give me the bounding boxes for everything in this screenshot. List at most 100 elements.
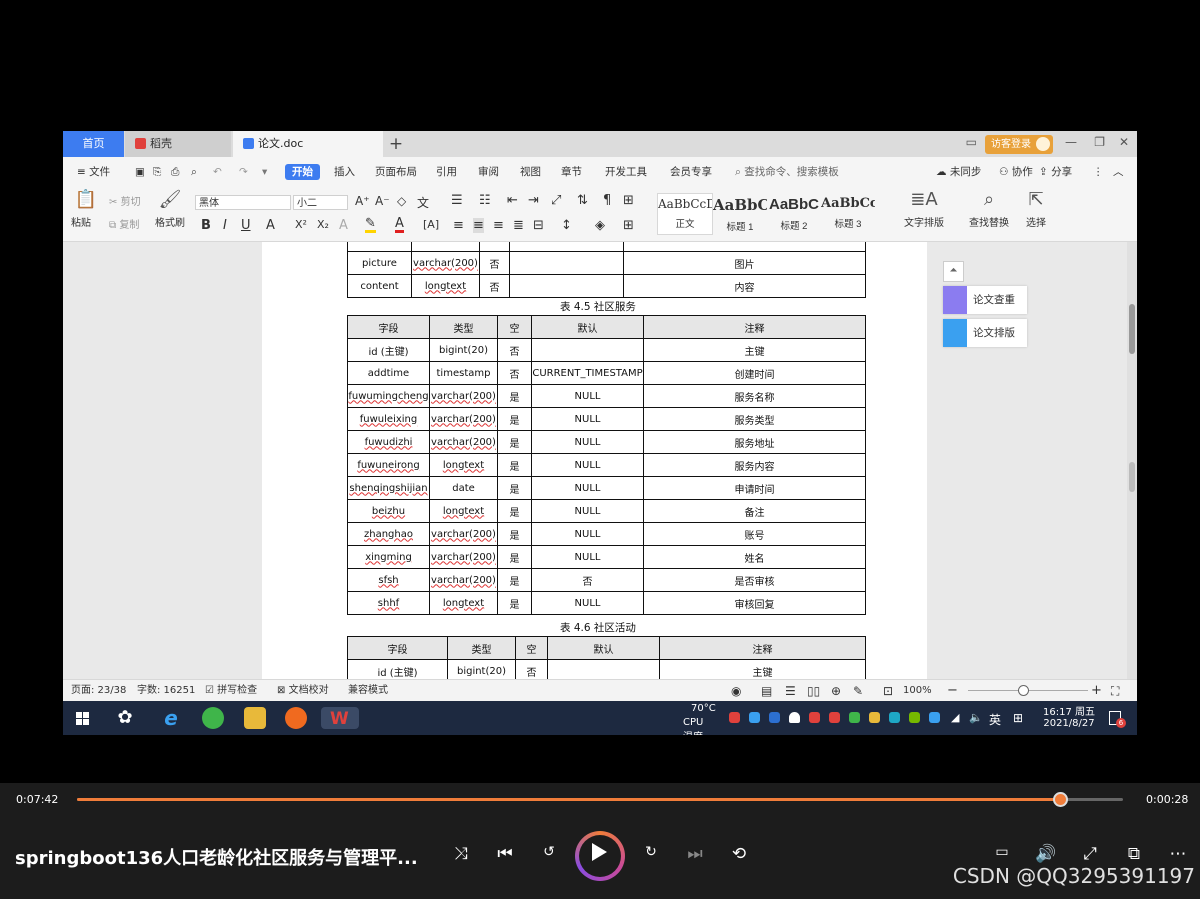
file-explorer-icon[interactable] (244, 707, 266, 729)
font-size-select[interactable]: 小二 (293, 195, 348, 210)
rewind-10-icon[interactable]: ↺ (535, 844, 563, 860)
menu-file[interactable]: ≡ 文件 (77, 164, 110, 180)
page-view-icon[interactable]: ▤ (761, 680, 772, 702)
minimize-icon[interactable]: — (1065, 135, 1077, 149)
browser-360-icon[interactable] (202, 707, 224, 729)
align-center-icon[interactable]: ≡ (473, 218, 484, 233)
network-icon[interactable]: ◢ (951, 711, 959, 735)
zoom-slider-knob[interactable] (1018, 685, 1029, 696)
tray-app-icon[interactable] (889, 712, 900, 723)
restore-icon[interactable]: ❐ (1094, 135, 1105, 149)
format-painter-button[interactable]: 🖌 格式刷 (153, 189, 187, 229)
forward-30-icon[interactable]: ↻ (637, 844, 665, 860)
layout-icon[interactable]: ▭ (966, 135, 977, 149)
font-color-icon[interactable]: A (395, 217, 404, 233)
outline-text-icon[interactable]: A (339, 218, 348, 233)
tab-home[interactable]: 首页 (63, 131, 124, 157)
menu-references[interactable]: 引用 (436, 164, 457, 180)
copy-button[interactable]: ⧉ 复制 (109, 216, 139, 231)
tray-app-icon[interactable] (929, 712, 940, 723)
play-button[interactable] (575, 831, 625, 881)
scroll-thumb-secondary[interactable] (1129, 462, 1135, 492)
menu-developer[interactable]: 开发工具 (605, 164, 647, 180)
progress-knob[interactable] (1053, 792, 1069, 807)
fit-icon[interactable]: ⊡ (883, 680, 893, 702)
underline-icon[interactable]: U (241, 218, 251, 233)
tab-daoke[interactable]: 稻壳 (125, 131, 231, 157)
tray-app-icon[interactable] (729, 712, 740, 723)
nvidia-icon[interactable] (909, 712, 920, 723)
close-icon[interactable]: ✕ (1119, 135, 1129, 149)
vertical-scrollbar[interactable] (1127, 242, 1137, 679)
menu-member[interactable]: 会员专享 (670, 164, 712, 180)
text-effect-icon[interactable]: A (266, 218, 275, 233)
command-search[interactable]: ⌕ 查找命令、搜索模板 (735, 164, 839, 180)
text-layout-button[interactable]: ≣A 文字排版 (896, 189, 952, 229)
fullscreen-icon[interactable]: ⤢ (1076, 844, 1104, 864)
style-heading-3[interactable]: AaBbCcI 标题 3 (821, 193, 875, 233)
decrease-indent-icon[interactable]: ⇤ (507, 193, 518, 208)
chinese-layout-icon[interactable]: ⤢ (551, 193, 561, 208)
more-icon[interactable]: ⋮ (1093, 164, 1104, 180)
show-marks-icon[interactable]: ¶ (603, 193, 611, 208)
bullet-list-icon[interactable]: ☰ (451, 193, 463, 208)
zoom-out-icon[interactable]: − (947, 680, 958, 702)
outline-view-icon[interactable]: ☰ (785, 680, 796, 702)
paper-layout-button[interactable]: 论文排版 (943, 319, 1027, 347)
tray-app-icon[interactable] (829, 712, 840, 723)
align-left-icon[interactable]: ≡ (453, 218, 464, 233)
shading-icon[interactable]: ◈ (595, 218, 605, 233)
scroll-thumb[interactable] (1129, 304, 1135, 354)
preview-icon[interactable]: ⌕ (191, 164, 197, 180)
guest-login-button[interactable]: 访客登录 (985, 135, 1053, 154)
bold-icon[interactable]: B (201, 218, 211, 233)
redo-icon[interactable]: ↷ (239, 164, 248, 180)
pen-icon[interactable]: ✎ (853, 680, 863, 702)
style-normal[interactable]: AaBbCcDd 正文 (657, 193, 713, 235)
justify-icon[interactable]: ≣ (513, 218, 524, 233)
shield-icon[interactable] (769, 712, 780, 723)
select-button[interactable]: ⇱ 选择 (1021, 189, 1051, 229)
cut-button[interactable]: ✂ 剪切 (109, 193, 141, 208)
italic-icon[interactable]: I (223, 218, 227, 233)
menu-review[interactable]: 审阅 (478, 164, 499, 180)
page-count[interactable]: 页面: 23/38 (71, 680, 126, 702)
font-family-select[interactable]: 黑体 (195, 195, 291, 210)
repeat-off-icon[interactable]: ⟲ (725, 844, 753, 864)
distribute-icon[interactable]: ⊟ (533, 218, 544, 233)
tray-app-icon[interactable] (749, 712, 760, 723)
collapse-ribbon-icon[interactable]: ︿ (1113, 164, 1124, 180)
borders-icon[interactable]: ⊞ (623, 218, 634, 233)
new-tab-button[interactable]: + (383, 131, 409, 157)
line-spacing-icon[interactable]: ↕ (561, 218, 572, 233)
tab-document[interactable]: 论文.doc (233, 131, 383, 157)
eye-icon[interactable]: ◉ (731, 680, 741, 702)
numbered-list-icon[interactable]: ☷ (479, 193, 491, 208)
ime-grid-icon[interactable]: ⊞ (1013, 711, 1023, 735)
menu-view[interactable]: 视图 (520, 164, 541, 180)
style-heading-1[interactable]: AaBbC 标题 1 (713, 193, 767, 233)
undo-icon[interactable]: ↶ (213, 164, 222, 180)
read-view-icon[interactable]: ▯▯ (807, 680, 820, 702)
zoom-level[interactable]: 100% (903, 680, 932, 702)
tab-marks-icon[interactable]: ⊞ (623, 193, 634, 208)
collaborate-button[interactable]: ⚇ 协作 (999, 164, 1033, 180)
menu-chapter[interactable]: 章节 (561, 164, 582, 180)
superscript-icon[interactable]: X² (295, 218, 307, 231)
mini-player-icon[interactable]: ⧉ (1120, 844, 1148, 864)
sync-status[interactable]: ☁ 未同步 (936, 164, 981, 180)
next-icon[interactable]: ⏭ (681, 844, 709, 864)
wps-taskbar-item[interactable]: W (321, 707, 359, 729)
clear-format-icon[interactable]: ◇ (397, 194, 406, 208)
menu-page-layout[interactable]: 页面布局 (375, 164, 417, 180)
fullscreen-icon[interactable]: ⛶ (1111, 680, 1119, 702)
style-heading-2[interactable]: AaBbC 标题 2 (767, 193, 821, 233)
windows-start-icon[interactable] (72, 707, 94, 729)
share-button[interactable]: ⇪ 分享 (1039, 164, 1072, 180)
zoom-in-icon[interactable]: + (1091, 680, 1102, 702)
word-count[interactable]: 字数: 16251 (137, 680, 195, 702)
captions-icon[interactable]: ▭ (988, 844, 1016, 860)
more-options-icon[interactable]: ⋯ (1164, 844, 1192, 864)
menu-home[interactable]: 开始 (285, 164, 320, 180)
align-right-icon[interactable]: ≡ (493, 218, 504, 233)
